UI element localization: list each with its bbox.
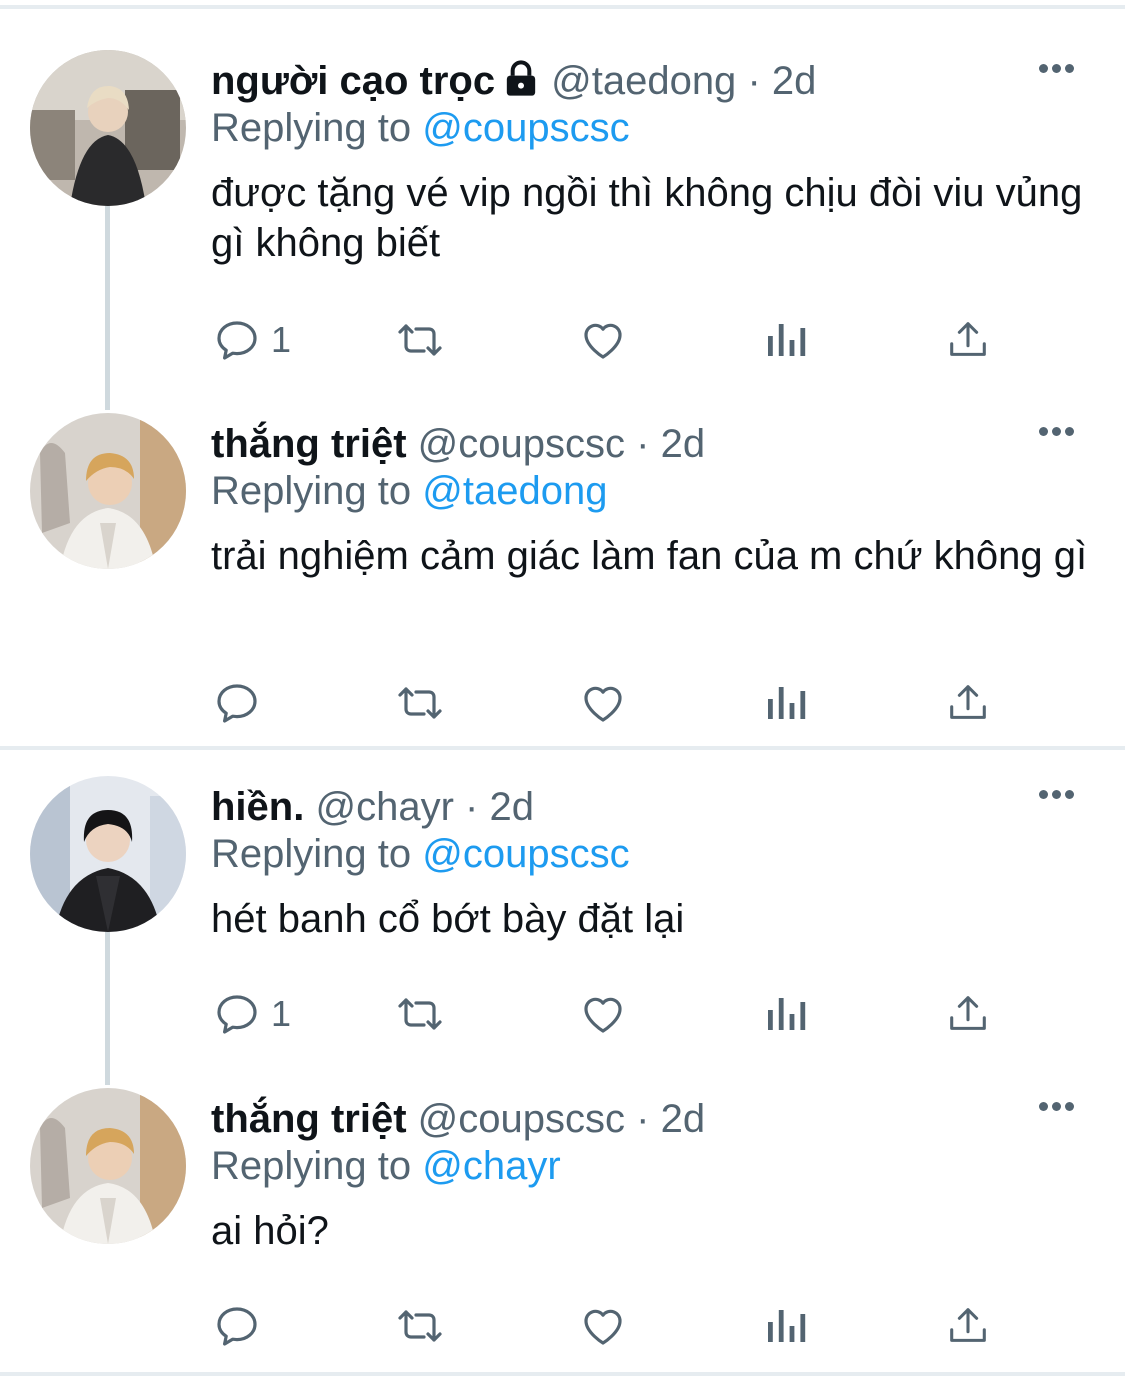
reply-icon	[217, 321, 257, 360]
separator: ·	[747, 59, 761, 103]
retweet-button[interactable]	[392, 984, 448, 1044]
share-button[interactable]	[945, 984, 991, 1044]
tweet-actions: 1	[0, 310, 1125, 370]
more-icon[interactable]	[1039, 1098, 1083, 1128]
timestamp[interactable]: 2d	[661, 422, 706, 466]
retweet-icon	[398, 1310, 442, 1342]
tweet-actions: 1	[0, 984, 1125, 1044]
reply-icon	[217, 684, 257, 723]
mention-link[interactable]: @coupscsc	[422, 106, 629, 150]
retweet-button[interactable]	[392, 310, 448, 370]
avatar[interactable]	[30, 50, 186, 206]
mention-link[interactable]: @taedong	[422, 469, 607, 513]
share-button[interactable]	[945, 1296, 991, 1356]
share-button[interactable]	[945, 673, 991, 733]
retweet-button[interactable]	[392, 673, 448, 733]
retweet-button[interactable]	[392, 1296, 448, 1356]
share-icon	[950, 685, 986, 719]
mention-link[interactable]: @coupscsc	[422, 832, 629, 876]
top-divider	[0, 5, 1125, 9]
more-icon[interactable]	[1039, 423, 1083, 453]
analytics-icon	[768, 324, 806, 356]
like-button[interactable]	[578, 673, 628, 733]
handle[interactable]: @taedong	[551, 59, 736, 103]
tweet-text: hét banh cổ bớt bày đặt lại	[211, 897, 685, 941]
avatar[interactable]	[30, 413, 186, 569]
like-button[interactable]	[578, 310, 628, 370]
share-icon	[950, 1308, 986, 1342]
like-icon	[584, 686, 622, 722]
like-icon	[584, 323, 622, 359]
analytics-icon	[768, 998, 806, 1030]
share-icon	[950, 322, 986, 356]
display-name[interactable]: hiền.	[211, 785, 304, 829]
replying-prefix: Replying to	[211, 469, 412, 513]
separator: ·	[465, 785, 479, 829]
replying-prefix: Replying to	[211, 1144, 412, 1188]
share-icon	[950, 996, 986, 1030]
retweet-icon	[398, 998, 442, 1030]
retweet-icon	[398, 324, 442, 356]
handle[interactable]: @chayr	[315, 785, 453, 829]
analytics-button[interactable]	[764, 984, 808, 1044]
replying-to: Replying to @taedong	[211, 465, 607, 517]
analytics-button[interactable]	[764, 673, 808, 733]
replying-to: Replying to @coupscsc	[211, 102, 630, 154]
tweet-text: ai hỏi?	[211, 1209, 329, 1253]
handle[interactable]: @coupscsc	[418, 1097, 625, 1141]
analytics-icon	[768, 1310, 806, 1342]
more-icon[interactable]	[1039, 60, 1083, 90]
reply-count: 1	[271, 993, 292, 1034]
reply-icon	[217, 995, 257, 1034]
tweet-actions	[0, 673, 1125, 733]
reply-icon	[217, 1307, 257, 1346]
like-button[interactable]	[578, 984, 628, 1044]
replying-prefix: Replying to	[211, 832, 412, 876]
analytics-icon	[768, 687, 806, 719]
bottom-divider	[0, 1372, 1125, 1376]
tweet-actions	[0, 1296, 1125, 1356]
display-name[interactable]: thắng triệt	[211, 422, 407, 466]
separator: ·	[636, 1097, 650, 1141]
reply-count: 1	[271, 319, 292, 360]
reply-button[interactable]	[213, 1296, 271, 1356]
like-button[interactable]	[578, 1296, 628, 1356]
display-name[interactable]: người cạo trọc	[211, 59, 495, 103]
replying-to: Replying to @coupscsc	[211, 828, 630, 880]
thread-connector	[105, 200, 110, 410]
timestamp[interactable]: 2d	[489, 785, 534, 829]
reply-button[interactable]: 1	[213, 984, 291, 1044]
like-icon	[584, 1309, 622, 1345]
mention-link[interactable]: @chayr	[422, 1144, 560, 1188]
analytics-button[interactable]	[764, 1296, 808, 1356]
timestamp[interactable]: 2d	[661, 1097, 706, 1141]
timestamp[interactable]: 2d	[772, 59, 817, 103]
handle[interactable]: @coupscsc	[418, 422, 625, 466]
display-name[interactable]: thắng triệt	[211, 1097, 407, 1141]
share-button[interactable]	[945, 310, 991, 370]
more-icon[interactable]	[1039, 786, 1083, 816]
retweet-icon	[398, 687, 442, 719]
replying-prefix: Replying to	[211, 106, 412, 150]
tweet-text: trải nghiệm cảm giác làm fan của m chứ k…	[211, 534, 1088, 578]
lock-icon	[506, 60, 536, 97]
replying-to: Replying to @chayr	[211, 1140, 561, 1192]
avatar[interactable]	[30, 1088, 186, 1244]
reply-button[interactable]	[213, 673, 271, 733]
separator: ·	[636, 422, 650, 466]
thread-divider	[0, 746, 1125, 750]
like-icon	[584, 997, 622, 1033]
reply-button[interactable]: 1	[213, 310, 291, 370]
analytics-button[interactable]	[764, 310, 808, 370]
tweet-text: được tặng vé vip ngồi thì không chịu đòi…	[211, 171, 1083, 265]
avatar[interactable]	[30, 776, 186, 932]
